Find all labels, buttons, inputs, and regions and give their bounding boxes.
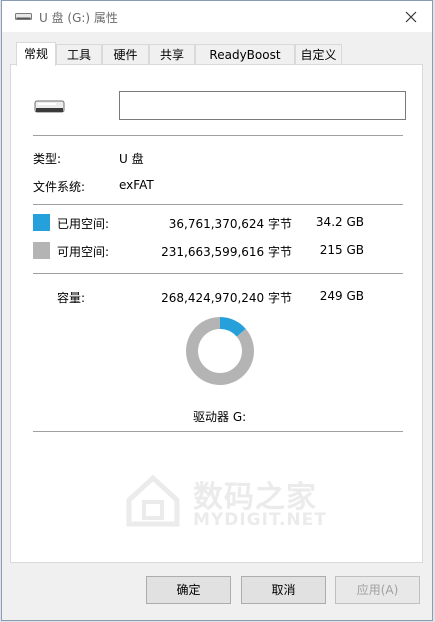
- separator: [33, 204, 403, 205]
- separator: [33, 135, 403, 136]
- drive-label: 驱动器 G:: [193, 410, 247, 424]
- tab-readyboost[interactable]: ReadyBoost: [195, 44, 295, 65]
- general-panel: 类型: U 盘 文件系统: exFAT 已用空间: 36,761,370,624…: [10, 64, 423, 563]
- used-space-bytes: 36,761,370,624 字节: [168, 217, 292, 231]
- house-logo-icon: [126, 474, 180, 527]
- tab-hardware[interactable]: 硬件: [102, 44, 149, 65]
- separator: [33, 431, 403, 432]
- watermark: 数码之家 MYDIGIT.NET: [123, 470, 326, 532]
- free-space-swatch: [33, 242, 50, 259]
- properties-window: U 盘 (G:) 属性 常规 工具 硬件 共享 ReadyBoost 自定义 类…: [1, 0, 433, 621]
- used-space-swatch: [33, 214, 50, 231]
- capacity-label: 容量:: [57, 291, 86, 305]
- cancel-button[interactable]: 取消: [241, 576, 326, 604]
- close-icon: [405, 11, 417, 23]
- title-bar: U 盘 (G:) 属性: [2, 1, 432, 32]
- usb-drive-icon: [15, 13, 32, 20]
- ok-button[interactable]: 确定: [146, 576, 231, 604]
- tab-general[interactable]: 常规: [16, 42, 56, 66]
- volume-name-input[interactable]: [119, 91, 406, 120]
- close-button[interactable]: [400, 6, 422, 28]
- free-space-label: 可用空间:: [57, 245, 110, 259]
- tab-tools[interactable]: 工具: [56, 44, 102, 65]
- used-space-label: 已用空间:: [57, 217, 110, 231]
- donut-slice-used: [219, 317, 246, 337]
- type-value: U 盘: [119, 152, 144, 166]
- window-title: U 盘 (G:) 属性: [39, 11, 118, 25]
- capacity-bytes: 268,424,970,240 字节: [161, 291, 292, 305]
- free-space-size: 215 GB: [319, 243, 364, 257]
- capacity-size: 249 GB: [319, 289, 364, 303]
- disk-usage-donut-chart: [186, 317, 254, 385]
- free-space-bytes: 231,663,599,616 字节: [161, 245, 292, 259]
- filesystem-label: 文件系统:: [33, 180, 86, 194]
- tab-sharing[interactable]: 共享: [149, 44, 195, 65]
- separator: [33, 273, 403, 274]
- type-label: 类型:: [33, 152, 62, 166]
- used-space-size: 34.2 GB: [315, 215, 364, 229]
- watermark-subtitle: MYDIGIT.NET: [193, 510, 327, 530]
- usb-drive-icon: [34, 100, 65, 113]
- apply-button[interactable]: 应用(A): [335, 576, 420, 604]
- tab-customize[interactable]: 自定义: [295, 44, 342, 65]
- filesystem-value: exFAT: [119, 178, 154, 192]
